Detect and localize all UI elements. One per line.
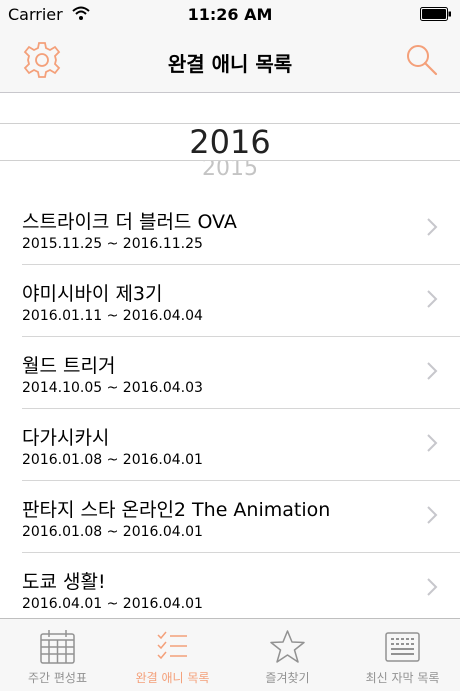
navigation-bar: 완결 애니 목록	[0, 30, 460, 93]
tab-label: 최신 자막 목록	[365, 671, 440, 685]
tab-label: 완결 애니 목록	[135, 671, 210, 685]
list-item[interactable]: 월드 트리거 2014.10.05 ~ 2016.04.03	[22, 337, 460, 409]
chevron-right-icon	[427, 578, 438, 596]
status-time: 11:26 AM	[187, 5, 273, 24]
item-title: 도쿄 생활!	[22, 571, 106, 593]
star-icon	[270, 630, 305, 663]
year-picker[interactable]: 2016 2015	[0, 93, 460, 177]
chevron-right-icon	[427, 506, 438, 524]
chevron-right-icon	[427, 218, 438, 236]
tab-favorites[interactable]: 즐겨찾기	[230, 619, 345, 691]
anime-list: 스트라이크 더 블러드 OVA 2015.11.25 ~ 2016.11.25 …	[0, 193, 460, 617]
page-title: 완결 애니 목록	[167, 52, 293, 76]
tab-weekly-schedule[interactable]: 주간 편성표	[0, 619, 115, 691]
checklist-icon	[157, 631, 187, 660]
chevron-right-icon	[427, 434, 438, 452]
item-dates: 2016.01.11 ~ 2016.04.04	[22, 308, 203, 324]
item-title: 스트라이크 더 블러드 OVA	[22, 211, 237, 233]
tab-label: 즐겨찾기	[265, 671, 310, 685]
calendar-icon	[40, 630, 75, 664]
list-item[interactable]: 도쿄 생활! 2016.04.01 ~ 2016.04.01	[22, 553, 460, 617]
search-icon[interactable]	[404, 42, 440, 78]
tab-latest-subtitles[interactable]: 최신 자막 목록	[345, 619, 460, 691]
tab-bar: 주간 편성표 완결 애니 목록 즐겨찾기 최신 자막 목록	[0, 618, 460, 691]
list-item[interactable]: 야미시바이 제3기 2016.01.11 ~ 2016.04.04	[22, 265, 460, 337]
tab-completed-anime[interactable]: 완결 애니 목록	[115, 619, 230, 691]
battery-icon	[420, 7, 451, 21]
item-dates: 2016.01.08 ~ 2016.04.01	[22, 524, 203, 540]
next-year-option[interactable]: 2015	[0, 161, 460, 177]
item-title: 판타지 스타 온라인2 The Animation	[22, 499, 331, 521]
list-item[interactable]: 다가시카시 2016.01.08 ~ 2016.04.01	[22, 409, 460, 481]
item-dates: 2015.11.25 ~ 2016.11.25	[22, 236, 203, 252]
status-bar: Carrier 11:26 AM	[0, 0, 460, 30]
item-dates: 2016.01.08 ~ 2016.04.01	[22, 452, 203, 468]
tab-label: 주간 편성표	[27, 671, 87, 685]
chevron-right-icon	[427, 362, 438, 380]
subtitle-icon	[385, 632, 420, 662]
item-title: 월드 트리거	[22, 355, 116, 377]
list-item[interactable]: 스트라이크 더 블러드 OVA 2015.11.25 ~ 2016.11.25	[22, 193, 460, 265]
item-dates: 2016.04.01 ~ 2016.04.01	[22, 596, 203, 612]
chevron-right-icon	[427, 290, 438, 308]
item-title: 야미시바이 제3기	[22, 283, 163, 305]
item-dates: 2014.10.05 ~ 2016.04.03	[22, 380, 203, 396]
selected-year[interactable]: 2016	[0, 123, 460, 161]
list-item[interactable]: 판타지 스타 온라인2 The Animation 2016.01.08 ~ 2…	[22, 481, 460, 553]
item-title: 다가시카시	[22, 427, 110, 449]
